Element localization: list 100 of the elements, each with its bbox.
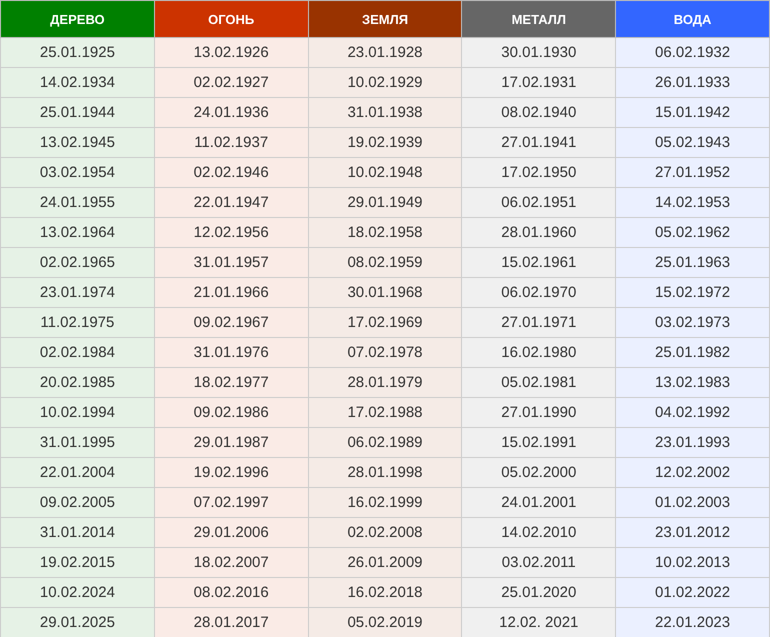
table-cell: 14.02.1953 (616, 188, 770, 218)
table-cell: 28.01.1979 (308, 368, 462, 398)
table-cell: 05.02.1962 (616, 218, 770, 248)
table-cell: 21.01.1966 (154, 278, 308, 308)
table-cell: 05.02.2000 (462, 458, 616, 488)
column-header: МЕТАЛЛ (462, 0, 616, 38)
table-cell: 22.01.2023 (616, 608, 770, 637)
table-cell: 16.02.2018 (308, 578, 462, 608)
table-cell: 05.02.2019 (308, 608, 462, 637)
table-cell: 15.01.1942 (616, 98, 770, 128)
table-cell: 25.01.1925 (0, 38, 154, 68)
table-cell: 08.02.1959 (308, 248, 462, 278)
column-header: ЗЕМЛЯ (308, 0, 462, 38)
table-cell: 27.01.1941 (462, 128, 616, 158)
table-cell: 01.02.2022 (616, 578, 770, 608)
table-cell: 23.01.1993 (616, 428, 770, 458)
table-cell: 14.02.2010 (462, 518, 616, 548)
table-cell: 24.01.1955 (0, 188, 154, 218)
table-cell: 08.02.2016 (154, 578, 308, 608)
table-cell: 18.02.1958 (308, 218, 462, 248)
table-cell: 06.02.1989 (308, 428, 462, 458)
column-header: ВОДА (616, 0, 770, 38)
table-cell: 27.01.1990 (462, 398, 616, 428)
table-cell: 02.02.1927 (154, 68, 308, 98)
table-cell: 13.02.1983 (616, 368, 770, 398)
table-cell: 15.02.1972 (616, 278, 770, 308)
table-cell: 10.02.1994 (0, 398, 154, 428)
table-cell: 28.01.1960 (462, 218, 616, 248)
table-cell: 29.01.2025 (0, 608, 154, 637)
table-cell: 03.02.1973 (616, 308, 770, 338)
table-cell: 13.02.1926 (154, 38, 308, 68)
column-header: ОГОНЬ (154, 0, 308, 38)
table-cell: 30.01.1968 (308, 278, 462, 308)
table-cell: 02.02.2008 (308, 518, 462, 548)
table-cell: 30.01.1930 (462, 38, 616, 68)
table-cell: 03.02.2011 (462, 548, 616, 578)
table-cell: 11.02.1975 (0, 308, 154, 338)
table-cell: 26.01.2009 (308, 548, 462, 578)
table-cell: 13.02.1945 (0, 128, 154, 158)
table-cell: 18.02.1977 (154, 368, 308, 398)
table-cell: 23.01.1974 (0, 278, 154, 308)
table-cell: 17.02.1950 (462, 158, 616, 188)
table-cell: 02.02.1984 (0, 338, 154, 368)
table-cell: 14.02.1934 (0, 68, 154, 98)
table-cell: 25.01.2020 (462, 578, 616, 608)
table-cell: 16.02.1999 (308, 488, 462, 518)
table-cell: 10.02.1948 (308, 158, 462, 188)
table-cell: 07.02.1997 (154, 488, 308, 518)
table-cell: 06.02.1951 (462, 188, 616, 218)
table-cell: 03.02.1954 (0, 158, 154, 188)
table-cell: 25.01.1944 (0, 98, 154, 128)
table-cell: 28.01.1998 (308, 458, 462, 488)
table-cell: 13.02.1964 (0, 218, 154, 248)
table-cell: 04.02.1992 (616, 398, 770, 428)
table-cell: 19.02.1939 (308, 128, 462, 158)
table-cell: 08.02.1940 (462, 98, 616, 128)
table-cell: 22.01.1947 (154, 188, 308, 218)
table-cell: 20.02.1985 (0, 368, 154, 398)
table-cell: 27.01.1971 (462, 308, 616, 338)
table-cell: 12.02.2002 (616, 458, 770, 488)
table-cell: 29.01.1949 (308, 188, 462, 218)
table-cell: 31.01.1938 (308, 98, 462, 128)
table-cell: 06.02.1932 (616, 38, 770, 68)
table-cell: 10.02.2013 (616, 548, 770, 578)
table-cell: 31.01.2014 (0, 518, 154, 548)
table-cell: 11.02.1937 (154, 128, 308, 158)
table-cell: 12.02. 2021 (462, 608, 616, 637)
table-cell: 17.02.1969 (308, 308, 462, 338)
table-cell: 24.01.1936 (154, 98, 308, 128)
table-cell: 06.02.1970 (462, 278, 616, 308)
table-cell: 10.02.1929 (308, 68, 462, 98)
table-cell: 15.02.1991 (462, 428, 616, 458)
table-cell: 25.01.1963 (616, 248, 770, 278)
table-cell: 29.01.1987 (154, 428, 308, 458)
table-cell: 31.01.1976 (154, 338, 308, 368)
table-cell: 02.02.1946 (154, 158, 308, 188)
table-cell: 25.01.1982 (616, 338, 770, 368)
table-cell: 23.01.2012 (616, 518, 770, 548)
table-cell: 23.01.1928 (308, 38, 462, 68)
table-cell: 19.02.1996 (154, 458, 308, 488)
table-cell: 17.02.1931 (462, 68, 616, 98)
table-cell: 02.02.1965 (0, 248, 154, 278)
table-cell: 05.02.1943 (616, 128, 770, 158)
table-cell: 05.02.1981 (462, 368, 616, 398)
table-cell: 31.01.1995 (0, 428, 154, 458)
table-cell: 09.02.1967 (154, 308, 308, 338)
table-cell: 29.01.2006 (154, 518, 308, 548)
table-cell: 22.01.2004 (0, 458, 154, 488)
table-cell: 12.02.1956 (154, 218, 308, 248)
table-cell: 17.02.1988 (308, 398, 462, 428)
table-cell: 26.01.1933 (616, 68, 770, 98)
column-header: ДЕРЕВО (0, 0, 154, 38)
table-cell: 10.02.2024 (0, 578, 154, 608)
table-cell: 28.01.2017 (154, 608, 308, 637)
table-cell: 16.02.1980 (462, 338, 616, 368)
table-cell: 07.02.1978 (308, 338, 462, 368)
table-cell: 19.02.2015 (0, 548, 154, 578)
table-cell: 01.02.2003 (616, 488, 770, 518)
table-cell: 09.02.2005 (0, 488, 154, 518)
table-cell: 27.01.1952 (616, 158, 770, 188)
